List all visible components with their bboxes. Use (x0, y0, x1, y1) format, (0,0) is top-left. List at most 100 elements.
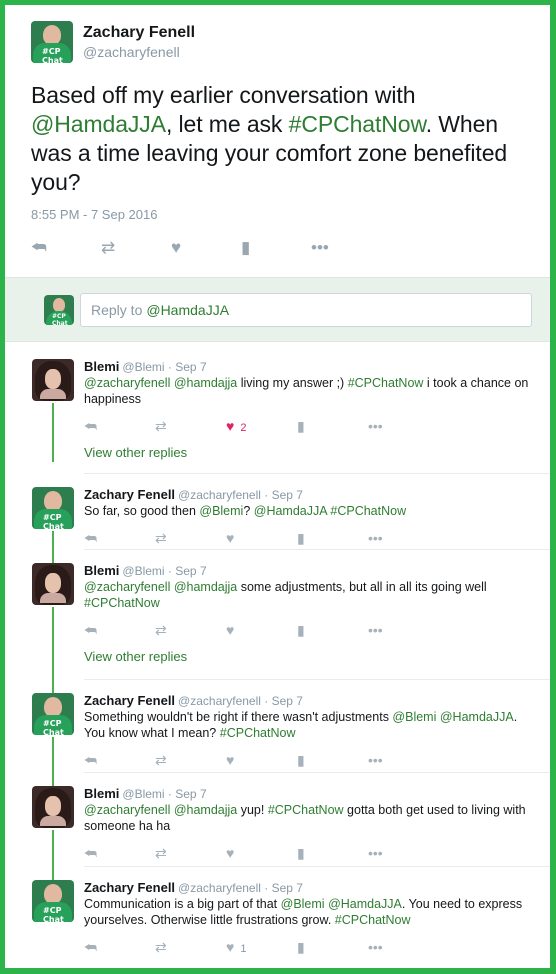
author-handle[interactable]: @zacharyfenell (83, 43, 195, 61)
analytics-icon[interactable]: ▮ (297, 845, 368, 862)
reply-icon[interactable]: ⮪ (84, 939, 155, 956)
hashtag-link[interactable]: #CPChatNow (330, 504, 406, 518)
reply-icon[interactable]: ⮪ (84, 418, 155, 435)
like-icon[interactable]: ♥ 2 (226, 418, 297, 434)
mention-link[interactable]: @Blemi (281, 897, 325, 911)
mention-link[interactable]: @zacharyfenell (84, 803, 170, 817)
retweet-icon[interactable]: ⇄ (155, 939, 226, 956)
like-icon[interactable]: ♥ (226, 845, 297, 861)
more-icon[interactable]: ••• (368, 530, 439, 546)
more-icon[interactable]: ••• (368, 752, 439, 768)
author-name[interactable]: Zachary Fenell (83, 23, 195, 43)
author-handle-date[interactable]: @Blemi · Sep 7 (122, 360, 206, 374)
more-icon[interactable]: ••• (311, 238, 381, 258)
retweet-icon[interactable]: ⇄ (155, 530, 226, 547)
reply-icon[interactable]: ⮪ (84, 530, 155, 547)
view-other-replies-link[interactable]: View other replies (84, 643, 540, 673)
author-block: Zachary Fenell @zacharyfenell (83, 23, 195, 61)
retweet-icon[interactable]: ⇄ (155, 752, 226, 769)
more-icon[interactable]: ••• (368, 845, 439, 861)
hashtag-link[interactable]: #CPChatNow (289, 111, 426, 137)
like-icon[interactable]: ♥ (226, 752, 297, 768)
hashtag-link[interactable]: #CPChatNow (348, 376, 424, 390)
avatar-face (45, 369, 61, 389)
mention-link[interactable]: @hamdajja (174, 376, 237, 390)
avatar[interactable]: #CP Chat Now (32, 880, 74, 922)
tweet-header: Blemi @Blemi · Sep 7 (84, 551, 540, 579)
avatar[interactable] (32, 563, 74, 605)
mention-link[interactable]: @HamdaJJA (31, 111, 166, 137)
author-name[interactable]: Blemi (84, 786, 119, 801)
like-count: 2 (240, 422, 247, 434)
reply-icon[interactable]: ⮪ (84, 622, 155, 639)
mention-link[interactable]: @Blemi (199, 504, 243, 518)
retweet-icon[interactable]: ⇄ (155, 622, 226, 639)
author-handle-date[interactable]: @zacharyfenell · Sep 7 (178, 488, 303, 502)
more-icon[interactable]: ••• (368, 939, 439, 955)
hashtag-link[interactable]: #CPChatNow (268, 803, 344, 817)
author-name[interactable]: Blemi (84, 359, 119, 374)
avatar[interactable]: #CP Chat Now (32, 487, 74, 529)
analytics-icon[interactable]: ▮ (297, 418, 368, 435)
author-handle-date[interactable]: @Blemi · Sep 7 (122, 787, 206, 801)
reply-icon[interactable]: ⮪ (31, 238, 101, 258)
author-handle-date[interactable]: @zacharyfenell · Sep 7 (178, 694, 303, 708)
tweet-page: #CP Chat Now Zachary Fenell @zacharyfene… (5, 5, 550, 968)
avatar-face (44, 884, 62, 904)
avatar[interactable]: #CP Chat Now (32, 693, 74, 735)
author-name[interactable]: Blemi (84, 563, 119, 578)
avatar[interactable]: #CP Chat Now (31, 21, 73, 63)
view-other-replies-label[interactable]: View other replies (84, 445, 187, 460)
tweet-text: Something wouldn't be right if there was… (84, 709, 540, 741)
reply-input[interactable]: Reply to @HamdaJJA (80, 292, 532, 327)
mention-link[interactable]: @hamdajja (174, 580, 237, 594)
hashtag-link[interactable]: #CPChatNow (335, 913, 411, 927)
mention-link[interactable]: @HamdaJJA (328, 897, 402, 911)
retweet-icon[interactable]: ⇄ (101, 238, 171, 258)
author-name[interactable]: Zachary Fenell (84, 880, 175, 895)
reply-mention: @HamdaJJA (146, 301, 230, 318)
mention-link[interactable]: @hamdajja (174, 803, 237, 817)
avatar[interactable] (32, 786, 74, 828)
analytics-icon[interactable]: ▮ (297, 752, 368, 769)
avatar-shirt: #CP Chat Now (34, 715, 72, 735)
more-icon[interactable]: ••• (368, 622, 439, 638)
retweet-icon[interactable]: ⇄ (155, 845, 226, 862)
author-handle-date[interactable]: @Blemi · Sep 7 (122, 564, 206, 578)
retweet-icon[interactable]: ⇄ (155, 418, 226, 435)
like-count: 1 (240, 943, 247, 955)
tweet-text: So far, so good then @Blemi? @HamdaJJA #… (84, 503, 540, 519)
like-icon[interactable]: ♥ (171, 238, 241, 258)
avatar[interactable] (32, 359, 74, 401)
analytics-icon[interactable]: ▮ (241, 238, 311, 258)
divider (84, 679, 550, 680)
mention-link[interactable]: @HamdaJJA (254, 504, 327, 518)
like-icon[interactable]: ♥ 1 (226, 939, 297, 955)
analytics-icon[interactable]: ▮ (297, 939, 368, 956)
avatar-face (43, 25, 61, 45)
mention-link[interactable]: @zacharyfenell (84, 376, 170, 390)
like-icon[interactable]: ♥ (226, 530, 297, 546)
thread-tweet: Blemi @Blemi · Sep 7 @zacharyfenell @hamda… (5, 772, 550, 880)
mention-link[interactable]: @HamdaJJA (440, 710, 514, 724)
view-other-replies-label[interactable]: View other replies (84, 649, 187, 664)
reply-icon[interactable]: ⮪ (84, 845, 155, 862)
reply-icon[interactable]: ⮪ (84, 752, 155, 769)
tweet-header: Zachary Fenell @zacharyfenell · Sep 7 (84, 868, 540, 896)
tweet-actions: ⮪ ⇄ ♥ ▮ ••• (84, 747, 540, 773)
hashtag-link[interactable]: #CPChatNow (84, 596, 160, 610)
mention-link[interactable]: @Blemi (392, 710, 436, 724)
more-icon[interactable]: ••• (368, 418, 439, 434)
tweet-header: Zachary Fenell @zacharyfenell · Sep 7 (84, 681, 540, 709)
hashtag-link[interactable]: #CPChatNow (220, 726, 296, 740)
like-icon[interactable]: ♥ (226, 622, 297, 638)
mention-link[interactable]: @zacharyfenell (84, 580, 170, 594)
view-other-replies-link[interactable]: View other replies (84, 439, 540, 469)
analytics-icon[interactable]: ▮ (297, 530, 368, 547)
tweet-timestamp[interactable]: 8:55 PM - 7 Sep 2016 (31, 207, 528, 222)
author-name[interactable]: Zachary Fenell (84, 487, 175, 502)
author-handle-date[interactable]: @zacharyfenell · Sep 7 (178, 881, 303, 895)
analytics-icon[interactable]: ▮ (297, 622, 368, 639)
tweet-actions: ⮪ ⇄ ♥ ▮ ••• (84, 617, 540, 643)
author-name[interactable]: Zachary Fenell (84, 693, 175, 708)
